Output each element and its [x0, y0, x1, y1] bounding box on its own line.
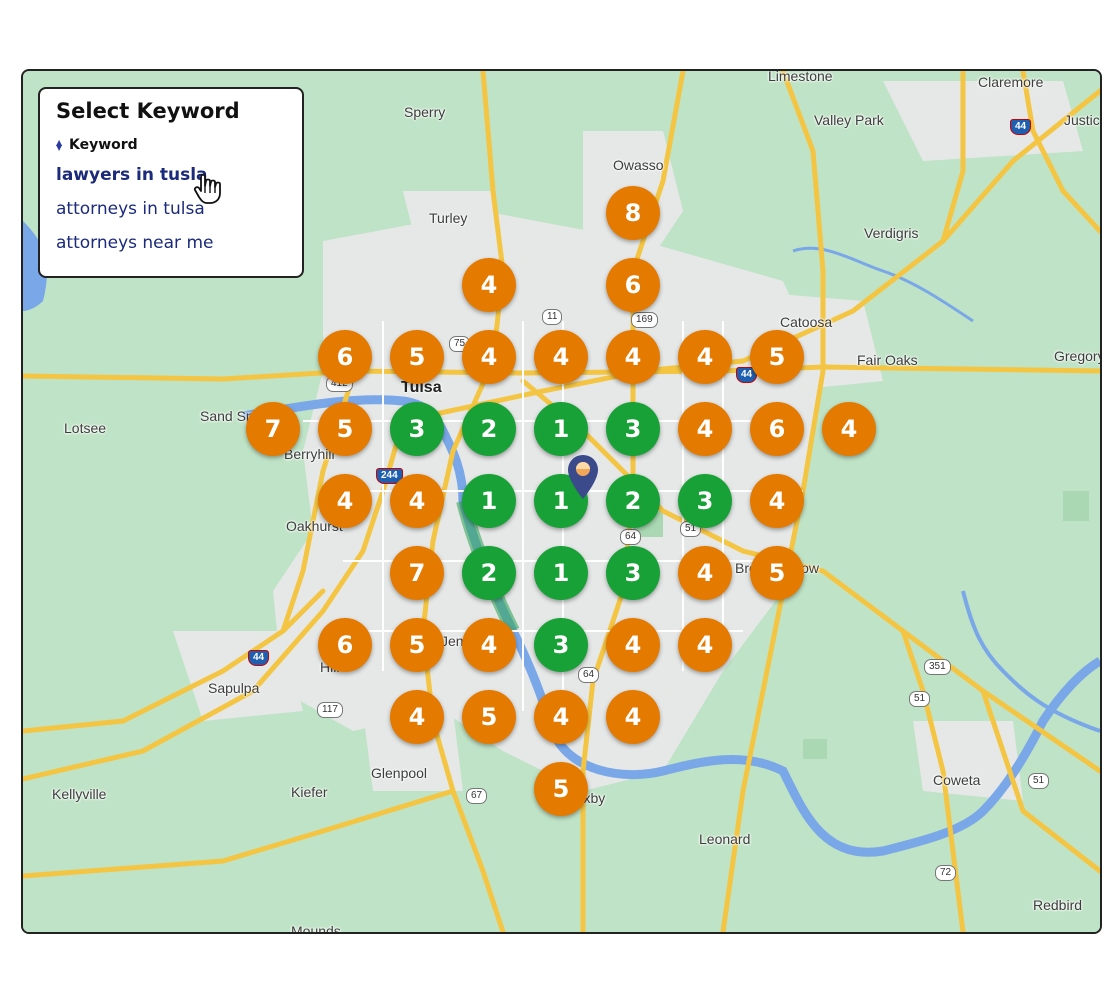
rank-marker[interactable]: 8 — [606, 186, 660, 240]
panel-title: Select Keyword — [56, 99, 240, 123]
keyword-option-attorneys-near-me[interactable]: attorneys near me — [56, 233, 286, 253]
place-label: Valley Park — [814, 112, 884, 128]
place-label: Glenpool — [371, 765, 428, 781]
keyword-option-attorneys-in-tulsa[interactable]: attorneys in tulsa — [56, 199, 286, 219]
rank-marker[interactable]: 4 — [390, 690, 444, 744]
place-label: Catoosa — [780, 314, 833, 330]
rank-marker[interactable]: 3 — [606, 402, 660, 456]
rank-marker[interactable]: 5 — [750, 546, 804, 600]
place-label: Mounds — [291, 923, 341, 934]
keyword-option-lawyers-in-tusla[interactable]: lawyers in tusla — [56, 165, 286, 185]
place-label: Fair Oaks — [857, 352, 918, 368]
place-label: Lotsee — [64, 420, 107, 436]
rank-marker[interactable]: 4 — [678, 618, 732, 672]
rank-marker[interactable]: 4 — [462, 618, 516, 672]
route-shield: 72 — [935, 865, 957, 881]
rank-marker[interactable]: 4 — [822, 402, 876, 456]
rank-marker[interactable]: 5 — [318, 402, 372, 456]
rank-marker[interactable]: 6 — [318, 330, 372, 384]
place-label: Coweta — [933, 772, 981, 788]
route-shield: 51 — [909, 691, 931, 707]
place-label: Claremore — [978, 74, 1044, 90]
rank-marker[interactable]: 3 — [534, 618, 588, 672]
rank-marker[interactable]: 4 — [678, 402, 732, 456]
rank-marker[interactable]: 4 — [462, 258, 516, 312]
place-label: Verdigris — [864, 225, 919, 241]
route-shield: 51 — [1028, 773, 1050, 789]
rank-marker[interactable]: 4 — [606, 618, 660, 672]
rank-marker[interactable]: 1 — [534, 546, 588, 600]
place-label: Redbird — [1033, 897, 1083, 913]
place-label: Sapulpa — [208, 680, 260, 696]
location-pin-icon[interactable] — [567, 454, 599, 500]
rank-marker[interactable]: 2 — [462, 402, 516, 456]
rank-marker[interactable]: 3 — [606, 546, 660, 600]
place-label: Leonard — [699, 831, 751, 847]
hand-pointer-icon — [193, 173, 221, 204]
rank-marker[interactable]: 7 — [390, 546, 444, 600]
rank-marker[interactable]: 2 — [606, 474, 660, 528]
keyword-selector-panel: Select Keyword ▲ ▼ Keyword lawyers in tus… — [38, 87, 304, 278]
rank-marker[interactable]: 4 — [462, 330, 516, 384]
rank-marker[interactable]: 5 — [534, 762, 588, 816]
rank-marker[interactable]: 5 — [390, 618, 444, 672]
keyword-column-label: Keyword — [69, 137, 138, 153]
route-shield: 64 — [620, 529, 642, 545]
rank-marker[interactable]: 4 — [534, 690, 588, 744]
route-shield: 351 — [924, 659, 951, 675]
route-shield: 117 — [317, 702, 343, 718]
rank-marker[interactable]: 4 — [678, 330, 732, 384]
route-shield: 11 — [542, 309, 563, 325]
rank-marker[interactable]: 3 — [390, 402, 444, 456]
rank-marker[interactable]: 1 — [462, 474, 516, 528]
rank-marker[interactable]: 6 — [318, 618, 372, 672]
place-label: Limestone — [768, 69, 833, 84]
sort-icon[interactable]: ▲ ▼ — [56, 139, 64, 152]
place-label: Kellyville — [52, 786, 107, 802]
rank-marker[interactable]: 4 — [318, 474, 372, 528]
place-label: Turley — [429, 210, 468, 226]
rank-marker[interactable]: 4 — [390, 474, 444, 528]
place-label: Sperry — [404, 104, 446, 120]
rank-marker[interactable]: 4 — [678, 546, 732, 600]
rank-marker[interactable]: 7 — [246, 402, 300, 456]
rank-marker[interactable]: 6 — [750, 402, 804, 456]
rank-marker[interactable]: 5 — [750, 330, 804, 384]
rank-marker[interactable]: 4 — [606, 690, 660, 744]
rank-marker[interactable]: 5 — [390, 330, 444, 384]
route-shield: 169 — [631, 312, 658, 328]
interstate-shield: 44 — [248, 650, 270, 666]
place-label: Owasso — [613, 157, 664, 173]
interstate-shield: 44 — [1010, 119, 1032, 135]
rank-marker[interactable]: 4 — [750, 474, 804, 528]
keyword-column-header[interactable]: ▲ ▼ Keyword — [56, 137, 286, 153]
rank-marker[interactable]: 6 — [606, 258, 660, 312]
route-shield: 64 — [578, 667, 600, 683]
place-label: Justic — [1064, 112, 1100, 128]
rank-marker[interactable]: 3 — [678, 474, 732, 528]
place-label: Kiefer — [291, 784, 328, 800]
rank-marker[interactable]: 1 — [534, 402, 588, 456]
rank-marker[interactable]: 4 — [534, 330, 588, 384]
rank-marker[interactable]: 2 — [462, 546, 516, 600]
rank-marker[interactable]: 4 — [606, 330, 660, 384]
place-label: Gregory — [1054, 348, 1102, 364]
rank-marker[interactable]: 5 — [462, 690, 516, 744]
route-shield: 67 — [466, 788, 488, 804]
